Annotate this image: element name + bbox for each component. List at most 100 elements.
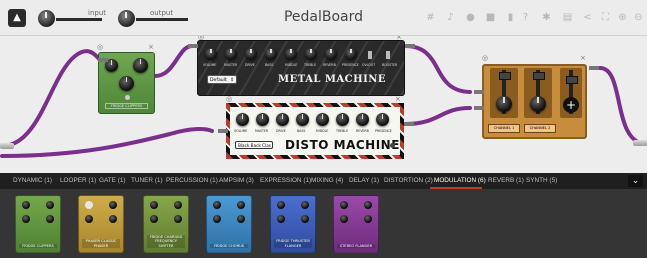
knob-label: REVERB xyxy=(356,129,369,133)
plugin-thumb-chorus[interactable]: FRIDGE CHORUS xyxy=(206,195,252,253)
bank-icon[interactable]: ▤ xyxy=(562,12,573,23)
metal-knob[interactable] xyxy=(345,48,357,60)
plugin-name: FRIDGE CLIPPERS xyxy=(19,243,57,248)
metal-knob[interactable] xyxy=(305,48,317,60)
puzzle-icon[interactable]: ✱ xyxy=(541,12,552,23)
preset-select[interactable]: Black Back Clas xyxy=(235,141,273,149)
power-icon[interactable]: ◎ xyxy=(97,43,103,51)
plugin-thumb-flanger[interactable]: FRIDGE THRUSTER FLANGER xyxy=(270,195,316,253)
tab-delay[interactable]: DELAY (1) xyxy=(349,177,379,184)
tab-percussion[interactable]: PERCUSSION (1) xyxy=(166,177,218,184)
pedal-knob[interactable] xyxy=(133,58,148,73)
share-icon[interactable]: < xyxy=(582,12,593,23)
power-icon[interactable]: ◎ xyxy=(198,36,204,41)
disto-machine-amp[interactable]: VOLUME MASTER DRIVE BASS MIDDLE TREBLE R… xyxy=(226,103,404,159)
microphone-icon[interactable]: ● xyxy=(465,12,476,23)
thumb-knob xyxy=(213,201,221,209)
knob-label: TREBLE xyxy=(304,63,317,67)
plugin-thumb-stereo-flanger[interactable]: STEREO FLANGER xyxy=(333,195,379,253)
disto-knob[interactable] xyxy=(256,113,269,126)
close-icon[interactable]: × xyxy=(396,36,402,41)
channel-2-label: CHANNEL 2 xyxy=(524,124,556,133)
cable-fridge-to-metal xyxy=(153,44,194,78)
pedalboard-canvas[interactable]: FRIDGE CLIPPERS ◎ × VOLUME MASTER DRIVE … xyxy=(0,36,647,173)
metal-machine-amp[interactable]: VOLUME MASTER DRIVE BASS MIDDLE TREBLE R… xyxy=(197,40,405,96)
disto-knob[interactable] xyxy=(356,113,369,126)
chevron-down-icon[interactable]: ⌄ xyxy=(628,175,643,187)
plugin-thumb-fridge-clippers[interactable]: FRIDGE CLIPPERS xyxy=(15,195,61,253)
save-icon[interactable]: ■ xyxy=(485,12,496,23)
thumb-knob xyxy=(174,215,182,223)
output-level-slider[interactable] xyxy=(136,18,188,21)
tab-reverb[interactable]: REVERB (1) xyxy=(488,177,524,184)
thumb-knob xyxy=(85,215,93,223)
channel-1-fader[interactable] xyxy=(499,72,511,80)
disto-knob[interactable] xyxy=(336,113,349,126)
grid-icon[interactable]: # xyxy=(425,12,436,23)
tab-ampsim[interactable]: AMPSIM (3) xyxy=(219,177,254,184)
metal-knob[interactable] xyxy=(285,48,297,60)
system-output-jack[interactable] xyxy=(633,140,647,146)
channel-2-knob[interactable] xyxy=(530,96,546,112)
disto-knob[interactable] xyxy=(236,113,249,126)
output-plug xyxy=(404,122,414,126)
channel-1-knob[interactable] xyxy=(496,96,512,112)
preset-select[interactable]: Default ⇕ xyxy=(207,75,237,84)
metal-knob[interactable] xyxy=(325,48,337,60)
input-gain-knob[interactable] xyxy=(38,10,55,27)
switch-label: OVLOOT xyxy=(362,63,376,67)
close-icon[interactable]: × xyxy=(148,43,154,51)
mixer-pedal[interactable]: + CHANNEL 1 CHANNEL 2 xyxy=(482,64,587,139)
output-gain-knob[interactable] xyxy=(118,10,135,27)
disto-knob[interactable] xyxy=(316,113,329,126)
power-icon[interactable]: ◎ xyxy=(482,54,488,62)
knob-label: VOLUME xyxy=(234,129,248,133)
fullscreen-icon[interactable]: ⛶ xyxy=(600,12,611,23)
power-icon[interactable]: ◎ xyxy=(226,95,232,103)
metal-knob[interactable] xyxy=(245,48,257,60)
disto-knob[interactable] xyxy=(276,113,289,126)
zoom-in-icon[interactable]: ⊕ xyxy=(617,12,628,23)
thumb-knob xyxy=(364,215,372,223)
plugin-thumb-phaser[interactable]: PHASER CLASSIC PHASER xyxy=(78,195,124,253)
overloot-switch[interactable] xyxy=(368,51,372,59)
zoom-out-icon[interactable]: ⊖ xyxy=(633,12,644,23)
tab-tuner[interactable]: TUNER (1) xyxy=(131,177,163,184)
footswitch[interactable] xyxy=(125,95,130,100)
plugin-name: FRIDGE CHARGED FREQUENCY SHIFTER xyxy=(147,234,185,248)
metal-knob[interactable] xyxy=(225,48,237,60)
tab-modulation[interactable]: MODULATION (6) xyxy=(434,177,486,184)
metal-knob[interactable] xyxy=(205,48,217,60)
tab-mixing[interactable]: MIXING (4) xyxy=(311,177,343,184)
add-channel-button[interactable]: + xyxy=(563,97,579,113)
category-tabbar: DYNAMIC (1) LOOPER (1) GATE (1) TUNER (1… xyxy=(0,173,647,189)
system-input-jack[interactable] xyxy=(0,143,14,149)
thumb-knob xyxy=(340,215,348,223)
help-icon[interactable]: ? xyxy=(520,12,531,23)
disto-knob[interactable] xyxy=(296,113,309,126)
close-icon[interactable]: × xyxy=(580,54,586,62)
close-icon[interactable]: × xyxy=(395,95,401,103)
tab-looper[interactable]: LOOPER (1) xyxy=(60,177,96,184)
plugin-thumb-frequency-shifter[interactable]: FRIDGE CHARGED FREQUENCY SHIFTER xyxy=(143,195,189,253)
metal-knob[interactable] xyxy=(265,48,277,60)
tuner-icon[interactable]: ♪ xyxy=(445,12,456,23)
tab-expression[interactable]: EXPRESSION (1) xyxy=(260,177,311,184)
collapse-button[interactable]: ▲ xyxy=(8,9,26,27)
tab-dynamic[interactable]: DYNAMIC (1) xyxy=(13,177,52,184)
master-fader[interactable] xyxy=(566,76,578,84)
trash-icon[interactable]: ▮ xyxy=(505,12,516,23)
output-plug xyxy=(589,66,599,70)
booster-switch[interactable] xyxy=(386,51,390,59)
pedal-knob[interactable] xyxy=(119,76,134,91)
knob-label: BASS xyxy=(265,63,274,67)
channel-2-fader[interactable] xyxy=(533,72,545,80)
input-level-slider[interactable] xyxy=(56,18,102,21)
tab-distortion[interactable]: DISTORTION (2) xyxy=(384,177,433,184)
tab-synth[interactable]: SYNTH (5) xyxy=(526,177,557,184)
disto-knob[interactable] xyxy=(376,113,389,126)
disto-switch[interactable] xyxy=(390,143,395,148)
tab-gate[interactable]: GATE (1) xyxy=(99,177,126,184)
thumb-knob xyxy=(301,215,309,223)
output-plug xyxy=(405,44,415,48)
